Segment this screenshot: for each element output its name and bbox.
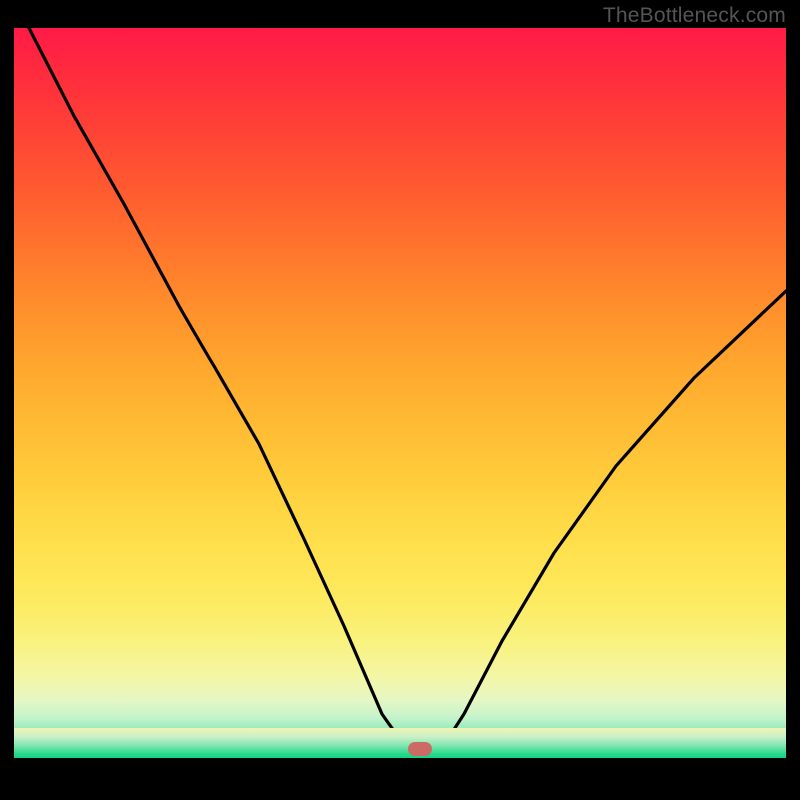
- optimal-marker: [408, 742, 432, 756]
- curve-svg: [14, 28, 786, 758]
- watermark-text: TheBottleneck.com: [603, 4, 786, 28]
- optimal-band: [14, 728, 786, 758]
- bottleneck-curve-path: [29, 28, 786, 755]
- chart-frame: [14, 28, 786, 788]
- bottom-border: [14, 758, 786, 788]
- plot-area: [14, 28, 786, 758]
